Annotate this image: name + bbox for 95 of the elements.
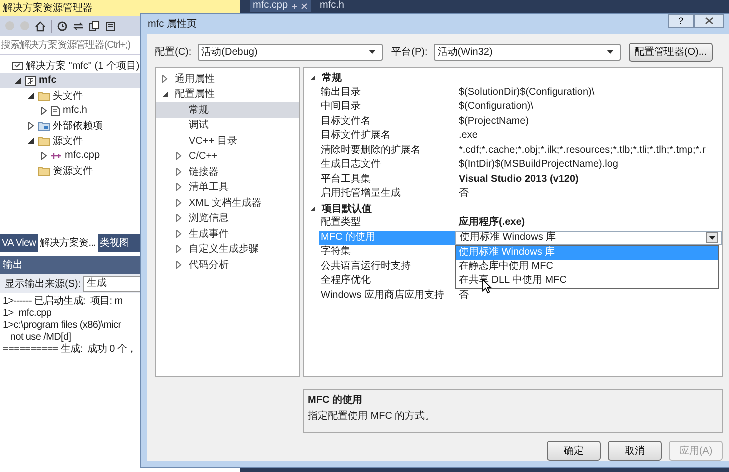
dialog-title: mfc 属性页 [148,18,197,31]
property-value: 应用程序(.exe) [458,216,526,230]
expander-icon[interactable] [162,90,169,98]
output-line: not use /MD[d] [9,332,72,344]
expander-icon[interactable] [15,76,22,84]
property-name[interactable]: 字符集 [319,245,455,260]
expander-icon[interactable] [41,152,48,160]
platform-label: 平台(P): [392,46,428,59]
tree-item[interactable]: C/C++ [156,148,299,164]
configuration-label: 配置(C): [155,46,192,59]
dialog-button[interactable]: 确定 [547,441,601,461]
panel-title: 解决方案资源管理器 [3,2,93,15]
property-value: $(IntDir)$(MSBuildProjectName).log [458,158,620,172]
panel-tab[interactable]: VA View [0,234,38,252]
property-value: *.cdf;*.cache;*.obj;*.ilk;*.resources;*.tlb;*.tli;*.tlh;*.tmp;*.r [458,144,707,158]
expander-icon[interactable] [28,92,35,100]
property-name[interactable]: 清除时要删除的扩展名 [319,144,455,158]
property-name[interactable]: 启用托管增量生成 [319,187,455,202]
caret-icon[interactable] [708,236,716,240]
source-dropdown[interactable]: 生成 [83,276,142,292]
expander-icon[interactable] [310,75,316,82]
caret-icon[interactable] [368,50,376,54]
sync-icon[interactable] [73,20,84,32]
document-tab[interactable]: mfc.cpp [250,0,312,12]
expander-icon[interactable] [28,136,35,144]
property-name[interactable]: 中间目录 [319,100,455,114]
close-button[interactable] [694,14,724,28]
folder-icon [38,136,50,146]
solution-icon [12,60,23,70]
dropdown-button[interactable] [706,232,718,244]
cpp-file-icon [51,150,62,160]
document-tab[interactable]: mfc.h [317,0,348,12]
property-value: $(Configuration)\ [458,100,534,114]
properties-icon[interactable] [105,20,116,32]
property-name[interactable]: 输出目录 [319,86,455,100]
property-value: 使用标准 Windows 库 [460,230,556,244]
panel-title: 输出 [3,258,23,272]
section-title: 项目默认值 [322,202,372,216]
expander-icon[interactable] [41,106,48,114]
property-name[interactable]: 平台工具集 [319,172,455,187]
property-value: $(SolutionDir)$(Configuration)\ [458,86,596,100]
tree-item[interactable]: 解决方案 "mfc" (1 个项目) [0,58,240,73]
output-line: 1> mfc.cpp [3,308,53,320]
caret-icon[interactable] [606,50,614,54]
property-name[interactable]: 目标文件扩展名 [319,129,455,144]
tree-item[interactable]: 生成事件 [156,226,299,242]
copy-icon[interactable] [89,20,100,32]
tree-item[interactable]: 浏览信息 [156,210,299,226]
property-value: .exe [458,129,479,143]
tree-item[interactable]: 配置属性 [156,86,299,102]
section-title: 常规 [322,72,342,86]
property-value: 否 [458,187,470,201]
history-icon[interactable] [57,20,68,32]
platform-dropdown[interactable]: 活动(Win32) [434,44,621,60]
property-name[interactable]: 全程序优化 [319,274,455,288]
folder-icon [38,90,50,100]
description-title: MFC 的使用 [308,394,364,407]
property-value: Visual Studio 2013 (v120) [458,172,580,186]
output-line: 1>c:\program files (x86)\micr [3,320,122,332]
folder-icon [38,120,50,130]
expander-icon[interactable] [310,206,316,212]
configuration-dropdown[interactable]: 活动(Debug) [198,44,383,60]
tree-item[interactable]: 清单工具 [156,180,299,195]
folder-icon [38,166,50,176]
dialog-button[interactable]: 取消 [608,441,662,461]
tree-item[interactable]: VC++ 目录 [156,133,299,148]
value-dropdown[interactable]: 使用标准 Windows 库 [455,230,722,245]
tree-item[interactable]: 链接器 [156,164,299,180]
property-value: 否 [458,288,470,302]
property-name[interactable]: Windows 应用商店应用支持 [319,288,455,303]
description-text: 指定配置使用 MFC 的方式。 [308,410,436,423]
tree-item[interactable]: 调试 [156,118,299,133]
tree-item[interactable]: 常规 [156,102,299,118]
tree-item[interactable]: 代码分析 [156,257,299,272]
pin-icon[interactable] [291,2,298,10]
tree-item[interactable]: XML 文档生成器 [156,195,299,210]
property-name[interactable]: 公共语言运行时支持 [319,260,455,274]
expander-icon[interactable] [28,122,35,130]
tree-item[interactable]: 自定义生成步骤 [156,242,299,257]
output-line: 1>------ 已启动生成: 项目: m [3,296,124,308]
file-icon [51,106,60,116]
help-button[interactable]: ? [668,14,694,28]
property-name[interactable]: 配置类型 [319,216,455,230]
close-icon[interactable] [704,17,714,25]
dropdown-option[interactable]: 在静态库中使用 MFC [456,260,718,274]
output-line: ========== 生成: 成功 0 个， [3,344,138,356]
panel-tab[interactable]: 解决方案资... [38,234,98,252]
configuration-manager-button[interactable]: 配置管理器(O)... [628,42,713,62]
property-name[interactable]: 目标文件名 [319,114,455,129]
source-label: 显示输出来源(S): [5,278,82,290]
project-icon [25,76,36,86]
home-icon[interactable] [35,20,46,32]
panel-tab[interactable]: 类视图 [98,234,132,252]
property-name[interactable]: 生成日志文件 [319,158,455,172]
property-value: $(ProjectName) [458,114,530,128]
